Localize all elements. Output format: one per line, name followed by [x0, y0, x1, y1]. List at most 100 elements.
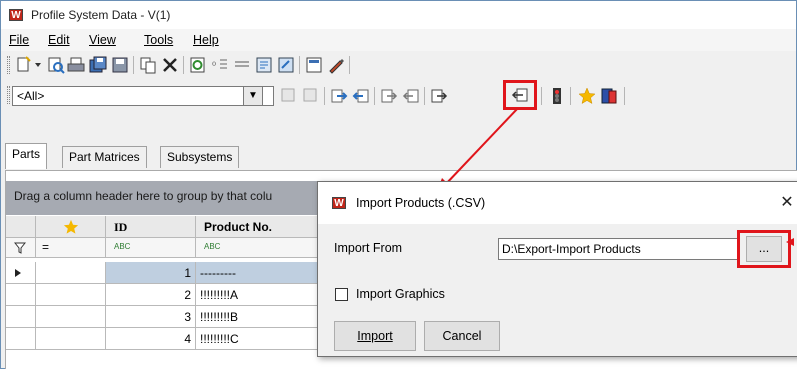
properties-icon[interactable]	[305, 56, 323, 74]
group-by-panel[interactable]: Drag a column header here to group by th…	[6, 181, 326, 215]
import-from-path-input[interactable]: D:\Export-Import Products	[498, 238, 738, 260]
tab-part-matrices-label: Part Matrices	[69, 150, 140, 164]
table-row[interactable]: 3 !!!!!!!!!B	[6, 306, 326, 328]
save-icon[interactable]	[111, 56, 129, 74]
id-filter-cell[interactable]: ABC	[106, 238, 196, 258]
app-logo-icon: W	[9, 9, 23, 21]
toolbar-grip[interactable]	[7, 86, 10, 104]
current-row-arrow-icon	[15, 269, 21, 277]
move-right-icon[interactable]	[330, 87, 348, 105]
grid-filter-row: = ABC ABC	[6, 238, 326, 258]
dialog-app-logo-icon: W	[332, 197, 346, 209]
browse-button-highlight: ...	[737, 230, 791, 268]
tab-part-matrices[interactable]: Part Matrices	[62, 146, 147, 168]
menu-help[interactable]: Help	[193, 33, 219, 47]
product-no-cell[interactable]: ---------	[196, 262, 326, 284]
filter-combo-value: <All>	[17, 89, 45, 103]
menu-tools[interactable]: Tools	[144, 33, 173, 47]
favorite-cell[interactable]	[36, 306, 106, 328]
table-row[interactable]: 1 ---------	[6, 262, 326, 284]
delete-icon[interactable]	[161, 56, 179, 74]
cancel-button[interactable]: Cancel	[424, 321, 500, 351]
filter-combo-dropdown-button[interactable]: ▼	[243, 86, 263, 106]
browse-button[interactable]: ...	[746, 236, 782, 262]
row-indicator-header	[6, 216, 36, 238]
print-preview-icon[interactable]	[47, 56, 65, 74]
import-button[interactable]: Import	[334, 321, 416, 351]
report-icon[interactable]	[255, 56, 273, 74]
toolbar-separator	[374, 87, 375, 105]
traffic-light-icon[interactable]	[548, 87, 566, 105]
favorite-cell[interactable]	[36, 328, 106, 350]
id-filter-operator: ABC	[114, 242, 131, 251]
id-column-header[interactable]: ID	[106, 216, 196, 238]
favorite-column-header[interactable]	[36, 216, 106, 238]
toolbar-separator	[299, 56, 300, 74]
group-by-hint: Drag a column header here to group by th…	[14, 189, 273, 203]
print-icon[interactable]	[67, 56, 85, 74]
filter-funnel-icon	[14, 242, 26, 254]
table-row[interactable]: 2 !!!!!!!!!A	[6, 284, 326, 306]
disabled-paste-icon	[303, 88, 317, 102]
tab-subsystems[interactable]: Subsystems	[160, 146, 240, 168]
table-row[interactable]: 4 !!!!!!!!!C	[6, 328, 326, 350]
new-document-icon[interactable]	[15, 56, 33, 74]
toolbar-separator	[133, 56, 134, 74]
favorite-filter-operator: =	[42, 240, 50, 254]
id-cell[interactable]: 3	[106, 306, 196, 328]
export-data-icon[interactable]	[380, 87, 398, 105]
sort-icon[interactable]: ⁰	[211, 56, 229, 74]
move-left-icon[interactable]	[352, 87, 370, 105]
product-no-cell[interactable]: !!!!!!!!!C	[196, 328, 326, 350]
menu-view[interactable]: View	[89, 33, 116, 47]
favorite-cell[interactable]	[36, 262, 106, 284]
save-all-icon[interactable]	[89, 56, 107, 74]
id-cell[interactable]: 1	[106, 262, 196, 284]
dialog-title: Import Products (.CSV)	[356, 196, 486, 210]
toolbar-separator	[541, 87, 542, 105]
id-cell[interactable]: 4	[106, 328, 196, 350]
row-indicator	[6, 262, 36, 284]
export-icon[interactable]	[277, 56, 295, 74]
product-no-cell[interactable]: !!!!!!!!!A	[196, 284, 326, 306]
favorite-star-icon[interactable]	[578, 87, 596, 105]
tab-parts[interactable]: Parts	[5, 143, 48, 169]
list-icon[interactable]	[233, 56, 251, 74]
dialog-title-bar: W Import Products (.CSV) ✕	[318, 182, 797, 224]
toolbar-separator	[324, 87, 325, 105]
dropdown-arrow-icon[interactable]	[34, 61, 42, 69]
favorite-header-star-icon	[63, 219, 78, 234]
menu-view-label: View	[89, 33, 116, 47]
toolbar-separator	[183, 56, 184, 74]
title-bar: W Profile System Data - V(1)	[1, 1, 796, 29]
import-graphics-checkbox[interactable]	[335, 288, 348, 301]
menu-help-label: Help	[193, 33, 219, 47]
copy-icon[interactable]	[139, 56, 157, 74]
dialog-close-button[interactable]: ✕	[778, 192, 796, 212]
tab-subsystems-label: Subsystems	[167, 150, 233, 164]
catalog-icon[interactable]	[600, 87, 618, 105]
toolbar-separator	[570, 87, 571, 105]
toolbar-separator	[624, 87, 625, 105]
menu-edit-label: Edit	[48, 33, 70, 47]
import-data-icon[interactable]	[402, 87, 420, 105]
refresh-icon[interactable]	[189, 56, 207, 74]
svg-text:⁰: ⁰	[212, 61, 216, 72]
menu-edit[interactable]: Edit	[48, 33, 70, 47]
edit-pencil-icon[interactable]	[327, 56, 345, 74]
grid-header-row: ID Product No.	[6, 216, 326, 238]
row-indicator	[6, 284, 36, 306]
window-title: Profile System Data - V(1)	[31, 8, 171, 22]
favorite-cell[interactable]	[36, 284, 106, 306]
favorite-filter-cell[interactable]: =	[36, 238, 106, 258]
menu-file[interactable]: File	[9, 33, 29, 47]
toolbar-separator	[349, 56, 350, 74]
product-no-filter-cell[interactable]: ABC	[196, 238, 326, 258]
grid-body: 1 --------- 2 !!!!!!!!!A 3 !!!!!!!!!B 4 …	[6, 262, 326, 369]
toolbar-grip[interactable]	[7, 56, 10, 74]
product-no-cell[interactable]: !!!!!!!!!B	[196, 306, 326, 328]
filter-combo[interactable]: <All>	[12, 86, 274, 106]
id-cell[interactable]: 2	[106, 284, 196, 306]
product-no-column-header[interactable]: Product No.	[196, 216, 326, 238]
product-no-filter-operator: ABC	[204, 242, 221, 251]
